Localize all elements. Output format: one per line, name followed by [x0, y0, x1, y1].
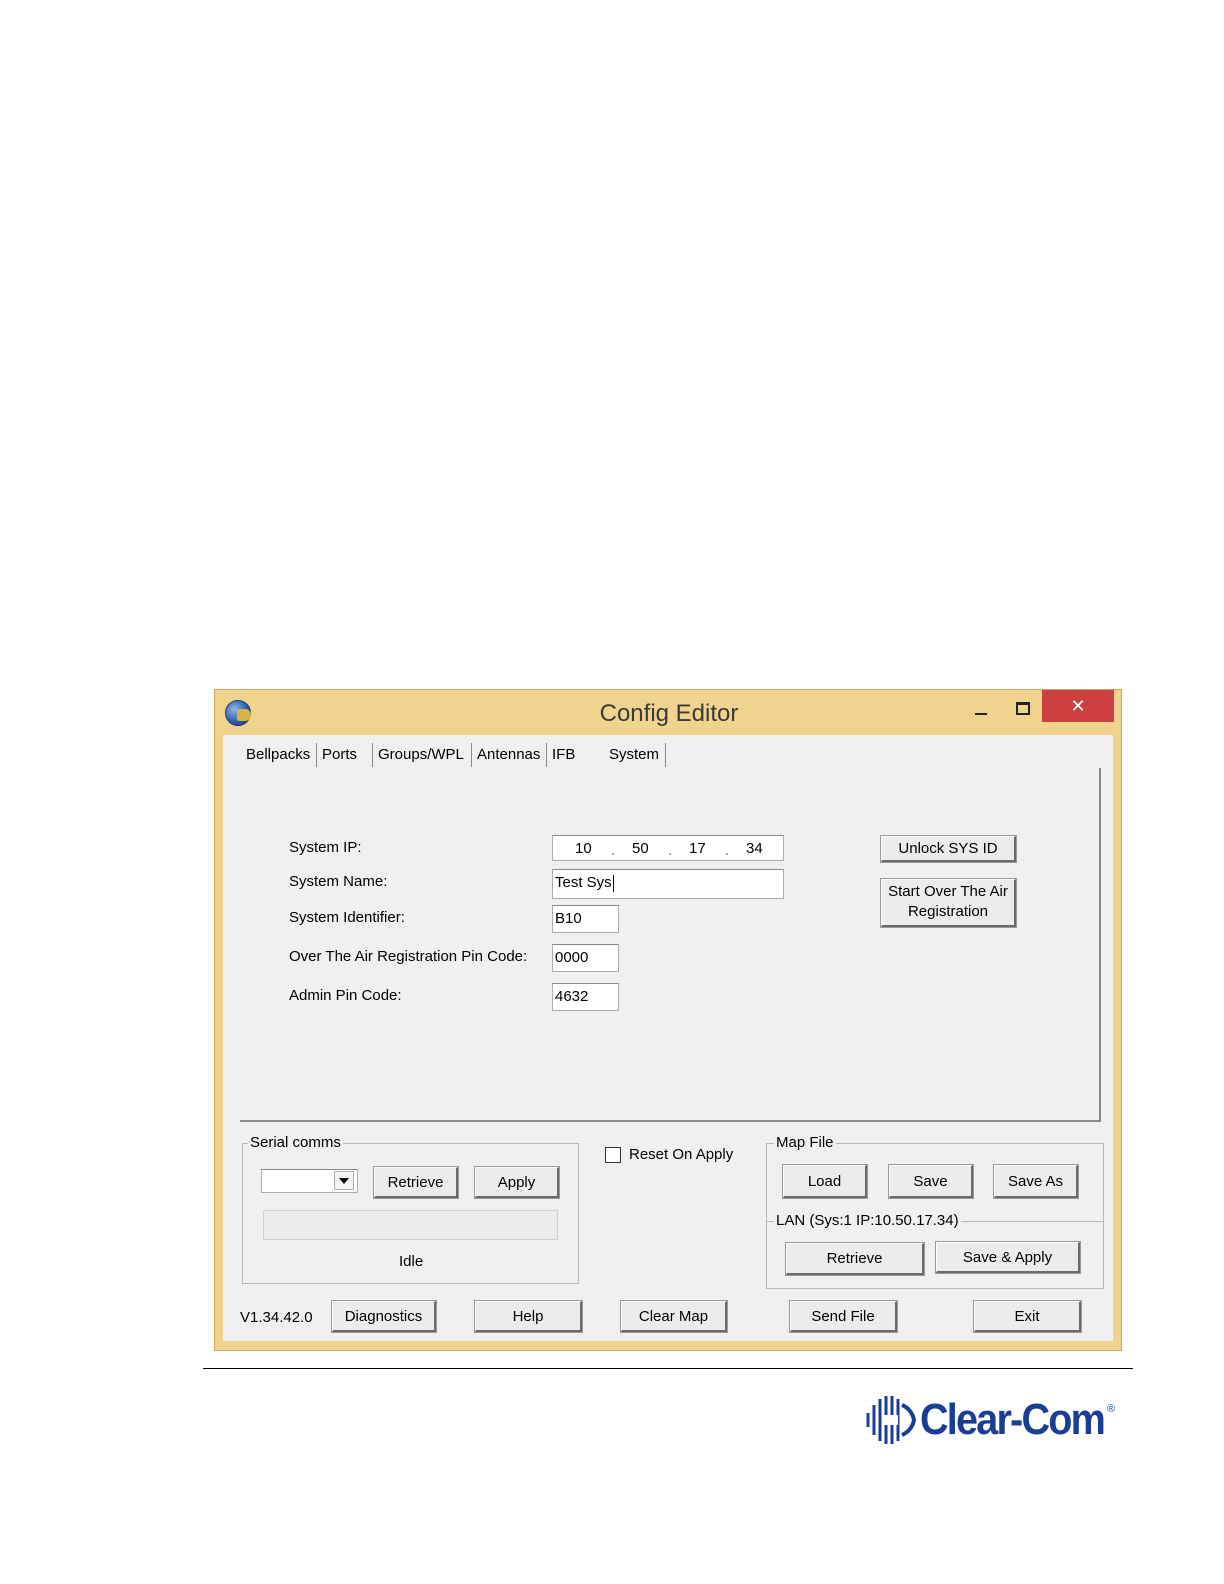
start-over-label-line1: Start Over The Air — [888, 883, 1008, 900]
close-icon: ✕ — [1070, 696, 1086, 716]
serial-port-select[interactable] — [261, 1169, 358, 1193]
tab-ifb[interactable]: IFB — [552, 743, 575, 767]
tab-groups-wpl[interactable]: Groups/WPL — [378, 743, 464, 767]
system-name-value: Test Sys — [555, 874, 612, 891]
map-file-title: Map File — [774, 1134, 836, 1151]
system-identifier-label: System Identifier: — [289, 909, 405, 926]
ip-dot: . — [725, 842, 730, 859]
map-save-as-button[interactable]: Save As — [993, 1164, 1079, 1199]
dropdown-button[interactable] — [334, 1171, 354, 1190]
chevron-down-icon — [339, 1178, 349, 1184]
start-over-registration-button[interactable]: Start Over The Air Registration — [880, 878, 1017, 928]
reset-on-apply-checkbox[interactable] — [605, 1147, 621, 1163]
reset-on-apply-label: Reset On Apply — [629, 1146, 734, 1163]
config-editor-window: Config Editor ✕ Bellpacks Ports Groups/W… — [214, 689, 1122, 1351]
registered-mark: ® — [1107, 1403, 1116, 1415]
serial-progress-bar — [263, 1210, 558, 1240]
send-file-button[interactable]: Send File — [789, 1300, 898, 1333]
ip-dot: . — [611, 842, 616, 859]
serial-comms-title: Serial comms — [248, 1134, 343, 1151]
clear-com-logo: Clear-Com ® — [864, 1393, 1124, 1449]
maximize-button[interactable] — [1007, 698, 1037, 724]
system-ip-input[interactable]: 10 . 50 . 17 . 34 — [552, 835, 784, 861]
clear-com-mark-icon — [866, 1396, 917, 1444]
tab-separator — [316, 743, 317, 767]
exit-button[interactable]: Exit — [973, 1300, 1082, 1333]
serial-status-text: Idle — [399, 1253, 424, 1270]
ota-pin-label: Over The Air Registration Pin Code: — [289, 948, 528, 965]
tab-separator — [546, 743, 547, 767]
window-client-area: Bellpacks Ports Groups/WPL Antennas IFB … — [223, 735, 1113, 1341]
system-name-input[interactable]: Test Sys — [552, 869, 784, 899]
map-save-button[interactable]: Save — [888, 1164, 974, 1199]
ip-octet-4[interactable]: 34 — [746, 836, 763, 862]
admin-pin-label: Admin Pin Code: — [289, 987, 402, 1004]
system-tab-panel — [240, 768, 1101, 1122]
start-over-label-line2: Registration — [907, 903, 989, 920]
system-identifier-input[interactable]: B10 — [552, 905, 619, 933]
clear-map-button[interactable]: Clear Map — [620, 1300, 728, 1333]
system-name-label: System Name: — [289, 873, 388, 890]
tab-separator — [372, 743, 373, 767]
tab-system[interactable]: System — [609, 743, 659, 767]
diagnostics-button[interactable]: Diagnostics — [331, 1300, 437, 1333]
text-caret — [612, 874, 614, 892]
tab-bellpacks[interactable]: Bellpacks — [246, 743, 310, 767]
tab-antennas[interactable]: Antennas — [477, 743, 540, 767]
tab-ports[interactable]: Ports — [322, 743, 357, 767]
ota-pin-input[interactable]: 0000 — [552, 944, 619, 972]
clear-com-wordmark: Clear-Com — [920, 1395, 1106, 1444]
lan-title: LAN (Sys:1 IP:10.50.17.34) — [774, 1212, 961, 1229]
unlock-sys-id-button[interactable]: Unlock SYS ID — [880, 835, 1017, 863]
lan-save-apply-button[interactable]: Save & Apply — [935, 1241, 1081, 1274]
ip-octet-1[interactable]: 10 — [575, 836, 592, 862]
serial-retrieve-button[interactable]: Retrieve — [373, 1166, 459, 1199]
serial-apply-button[interactable]: Apply — [474, 1166, 560, 1199]
tab-separator — [471, 743, 472, 767]
system-ip-label: System IP: — [289, 839, 362, 856]
footer-rule — [203, 1368, 1133, 1369]
version-text: V1.34.42.0 — [240, 1309, 313, 1326]
tab-separator — [665, 743, 666, 767]
admin-pin-input[interactable]: 4632 — [552, 983, 619, 1011]
map-load-button[interactable]: Load — [782, 1164, 868, 1199]
help-button[interactable]: Help — [474, 1300, 583, 1333]
ip-dot: . — [668, 842, 673, 859]
ip-octet-3[interactable]: 17 — [689, 836, 706, 862]
minimize-button[interactable] — [967, 698, 997, 724]
close-button[interactable]: ✕ — [1042, 690, 1114, 722]
ip-octet-2[interactable]: 50 — [632, 836, 649, 862]
lan-retrieve-button[interactable]: Retrieve — [785, 1242, 925, 1276]
